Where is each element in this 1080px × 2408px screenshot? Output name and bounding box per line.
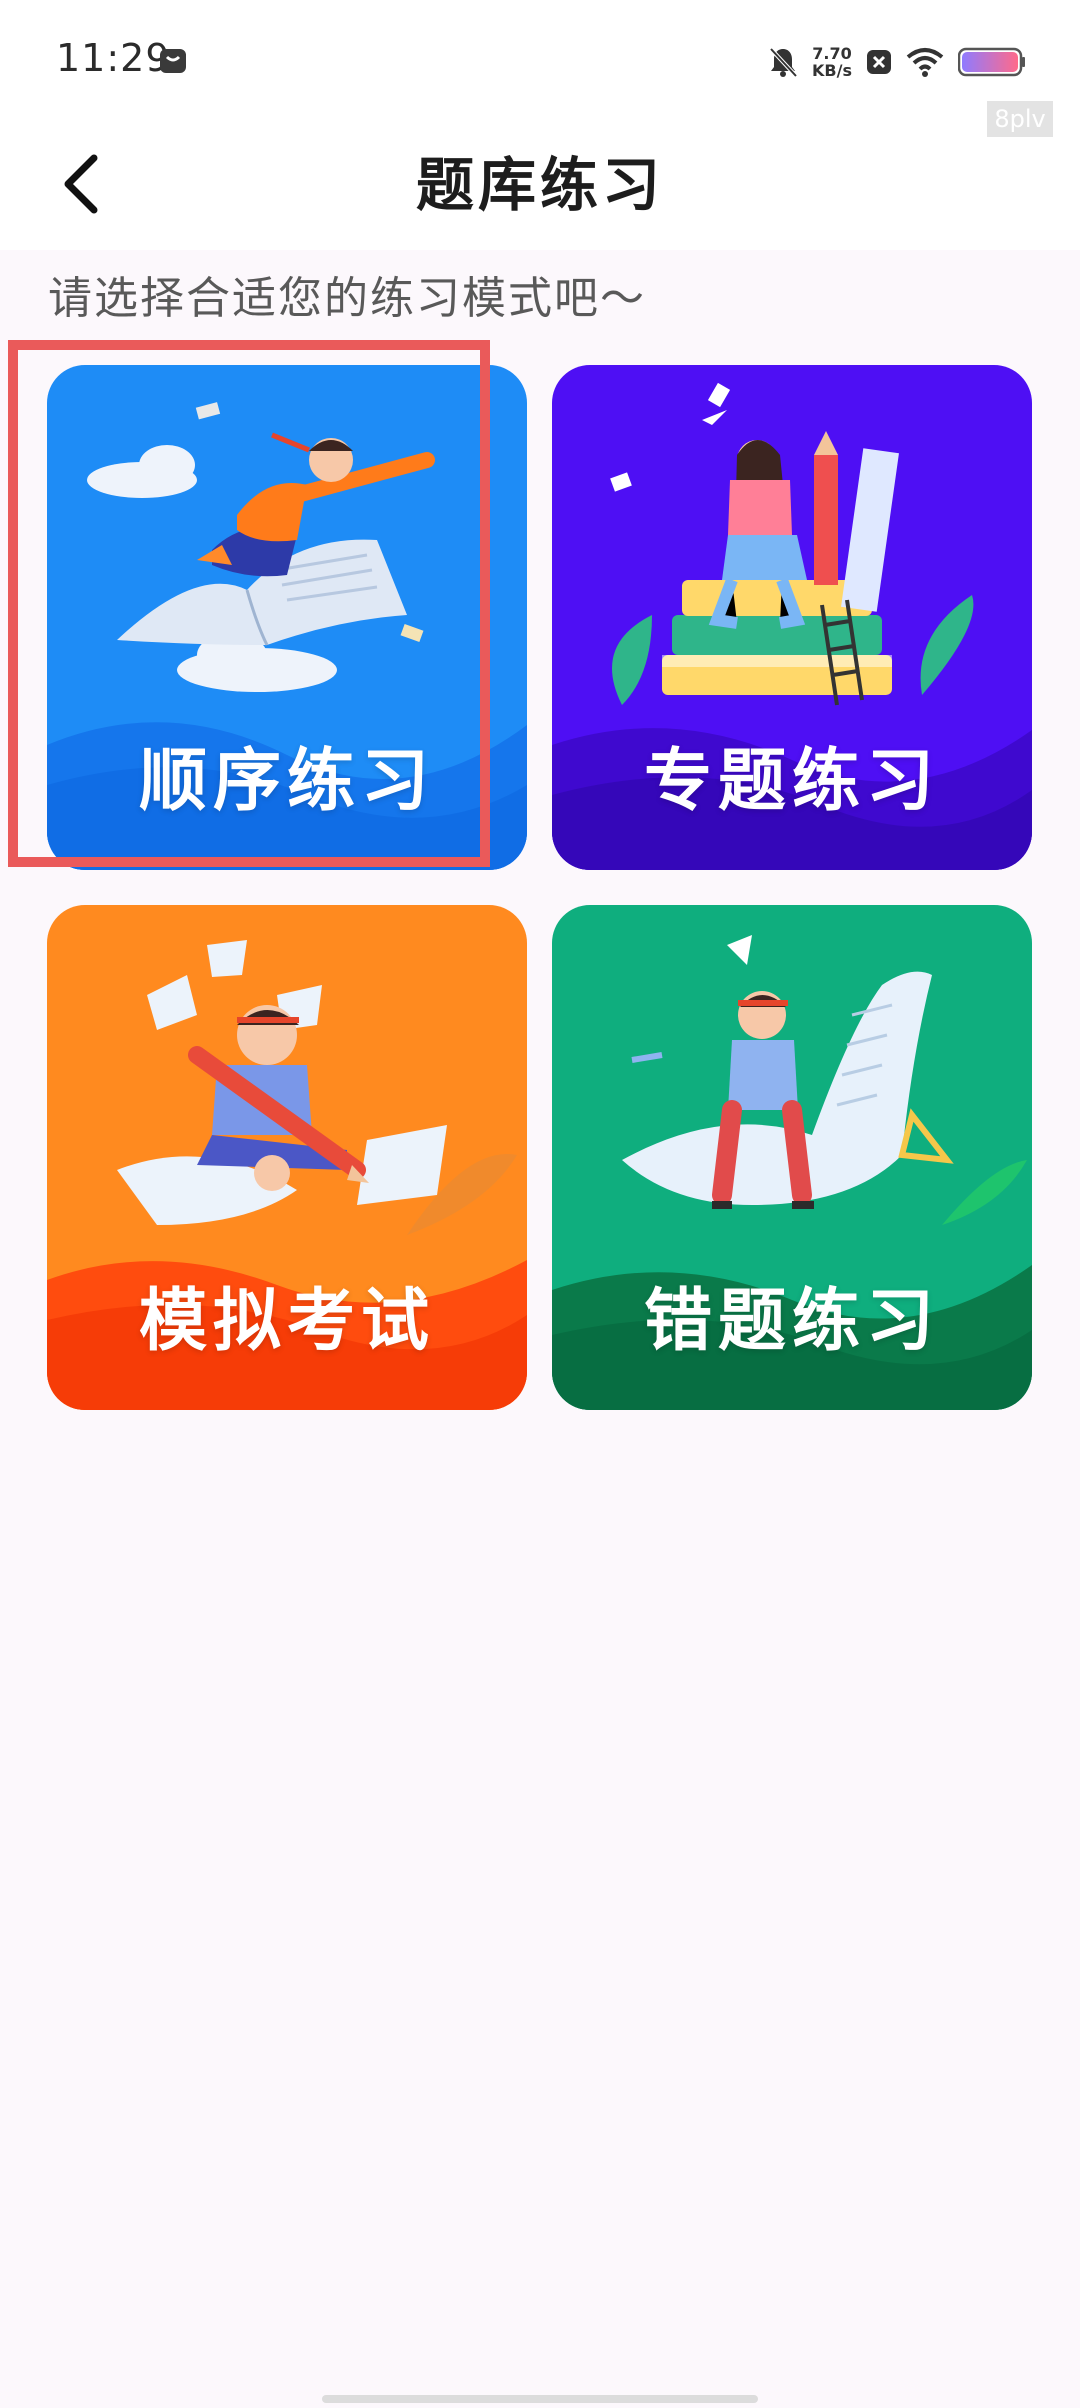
home-indicator[interactable] (322, 2395, 758, 2403)
status-bar: 11:29 7.70 KB/s (0, 0, 1080, 120)
status-right: 7.70 KB/s (768, 38, 1026, 86)
notification-icon (160, 49, 186, 73)
card-label: 顺序练习 (138, 742, 435, 821)
sequential-practice-card[interactable]: 顺序练习 (47, 365, 527, 870)
status-time: 11:29 (56, 36, 171, 80)
battery-icon (958, 47, 1025, 77)
mute-bell-icon (769, 47, 798, 78)
mode-prompt: 请选择合适您的练习模式吧～ (48, 273, 646, 324)
card-label: 错题练习 (643, 1282, 940, 1361)
card-label: 专题练习 (643, 742, 940, 821)
watermark: 8plv (987, 101, 1053, 137)
mock-exam-card[interactable]: 模拟考试 (47, 905, 527, 1410)
net-speed: 7.70 KB/s (812, 45, 852, 79)
net-speed-unit: KB/s (812, 61, 852, 80)
wrong-question-practice-card[interactable]: 错题练习 (552, 905, 1032, 1410)
close-box-icon (867, 50, 891, 74)
card-label: 模拟考试 (138, 1282, 435, 1361)
net-speed-value: 7.70 (812, 44, 852, 63)
topic-practice-card[interactable]: 专题练习 (552, 365, 1032, 870)
page-title: 题库练习 (415, 151, 664, 219)
wifi-icon (906, 48, 944, 77)
